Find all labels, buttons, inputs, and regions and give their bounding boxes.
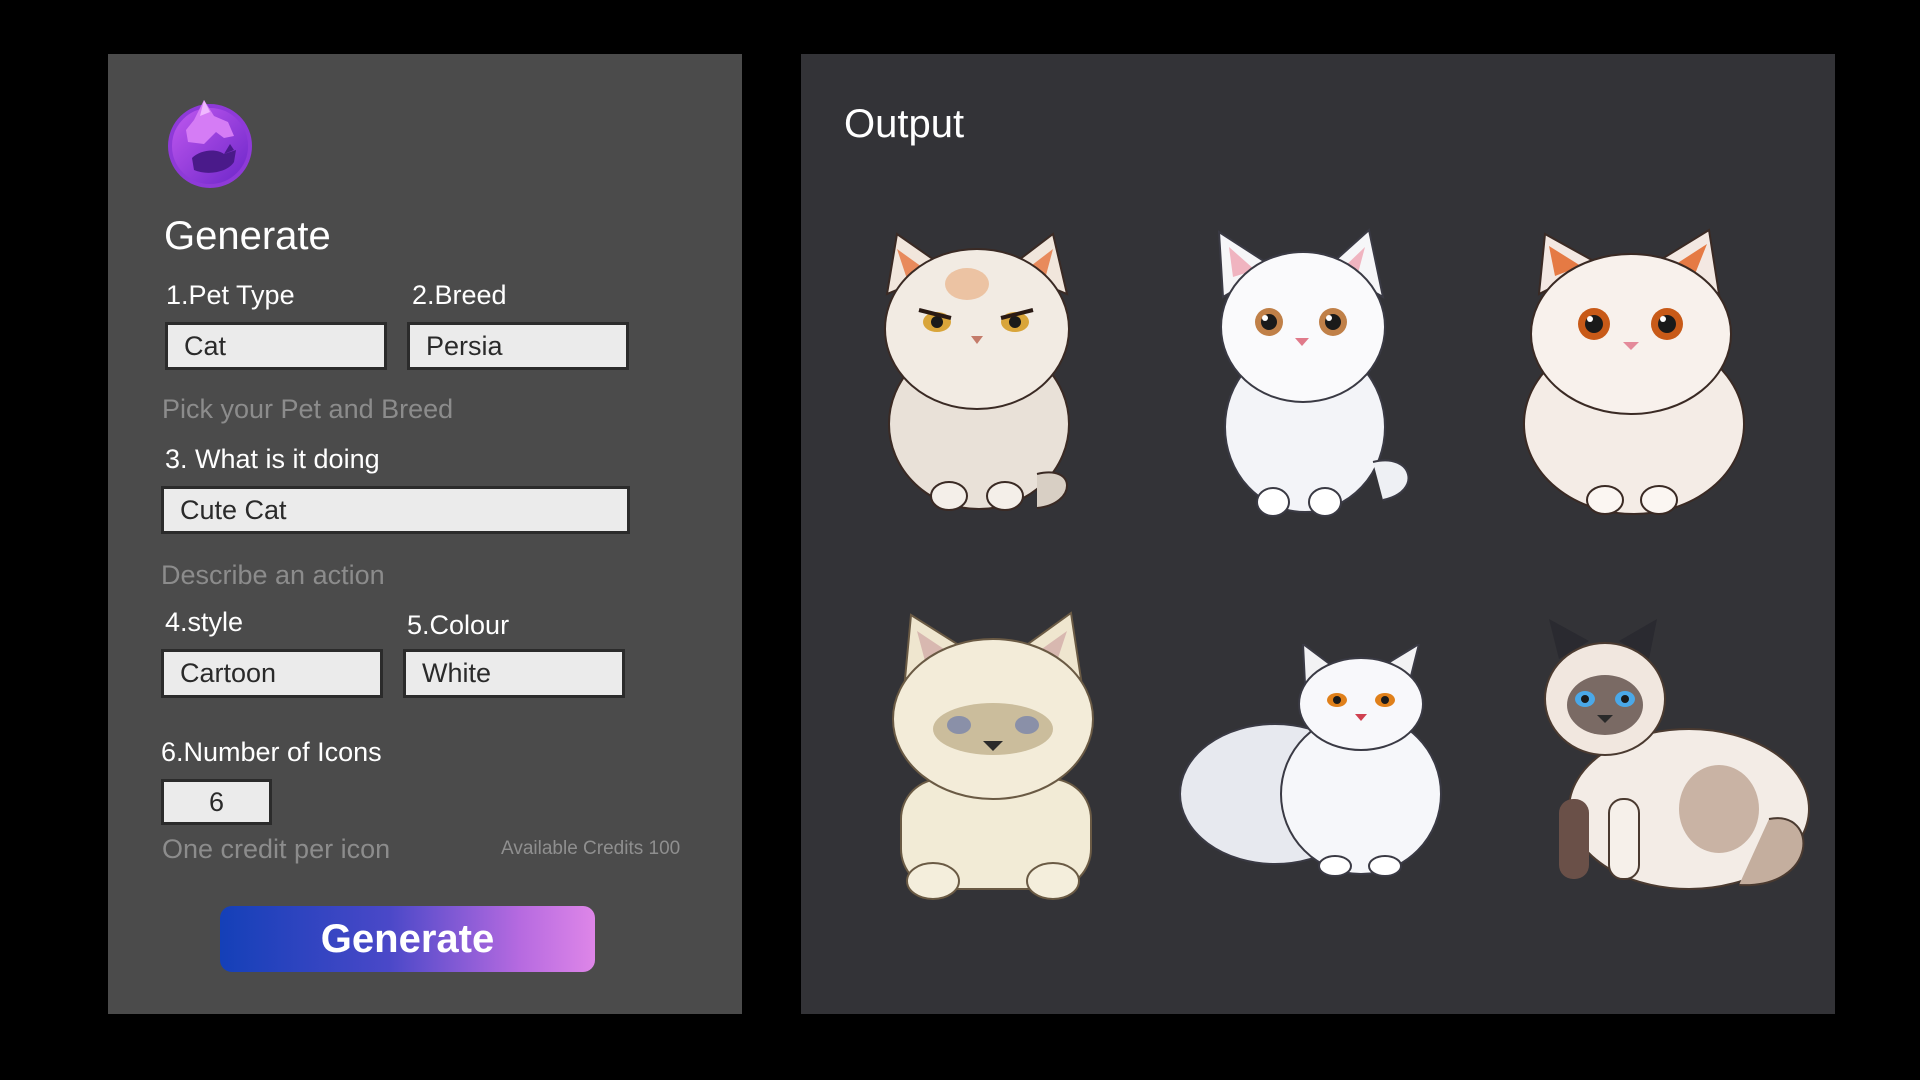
output-title: Output [844, 102, 965, 146]
breed-input[interactable] [407, 322, 629, 370]
generate-button[interactable]: Generate [220, 906, 595, 972]
generate-title: Generate [164, 214, 331, 258]
colour-label: 5.Colour [407, 610, 510, 640]
pet-type-label: 1.Pet Type [166, 280, 295, 310]
cat-icon-6[interactable] [1519, 619, 1819, 899]
cat-icon-1[interactable] [867, 224, 1087, 514]
pick-pet-hint: Pick your Pet and Breed [162, 394, 454, 424]
cat-icon-3[interactable] [1509, 224, 1759, 524]
action-hint: Describe an action [161, 560, 385, 590]
pet-logo-icon [168, 100, 252, 188]
colour-input[interactable] [403, 649, 625, 698]
style-input[interactable] [161, 649, 383, 698]
cat-icon-2[interactable] [1193, 222, 1423, 522]
breed-label: 2.Breed [412, 280, 507, 310]
style-label: 4.style [165, 607, 244, 637]
action-label: 3. What is it doing [165, 444, 380, 474]
cat-icon-5[interactable] [1175, 644, 1455, 884]
cat-icon-4[interactable] [881, 609, 1111, 909]
credit-hint: One credit per icon [162, 834, 391, 864]
available-credits: Available Credits 100 [501, 838, 681, 859]
action-input[interactable] [161, 486, 630, 534]
pet-type-input[interactable] [165, 322, 387, 370]
icon-count-input[interactable] [161, 779, 272, 825]
generate-panel: Generate 1.Pet Type 2.Breed Pick your Pe… [108, 54, 742, 1014]
output-panel: Output [801, 54, 1835, 1014]
icon-count-label: 6.Number of Icons [161, 737, 382, 767]
